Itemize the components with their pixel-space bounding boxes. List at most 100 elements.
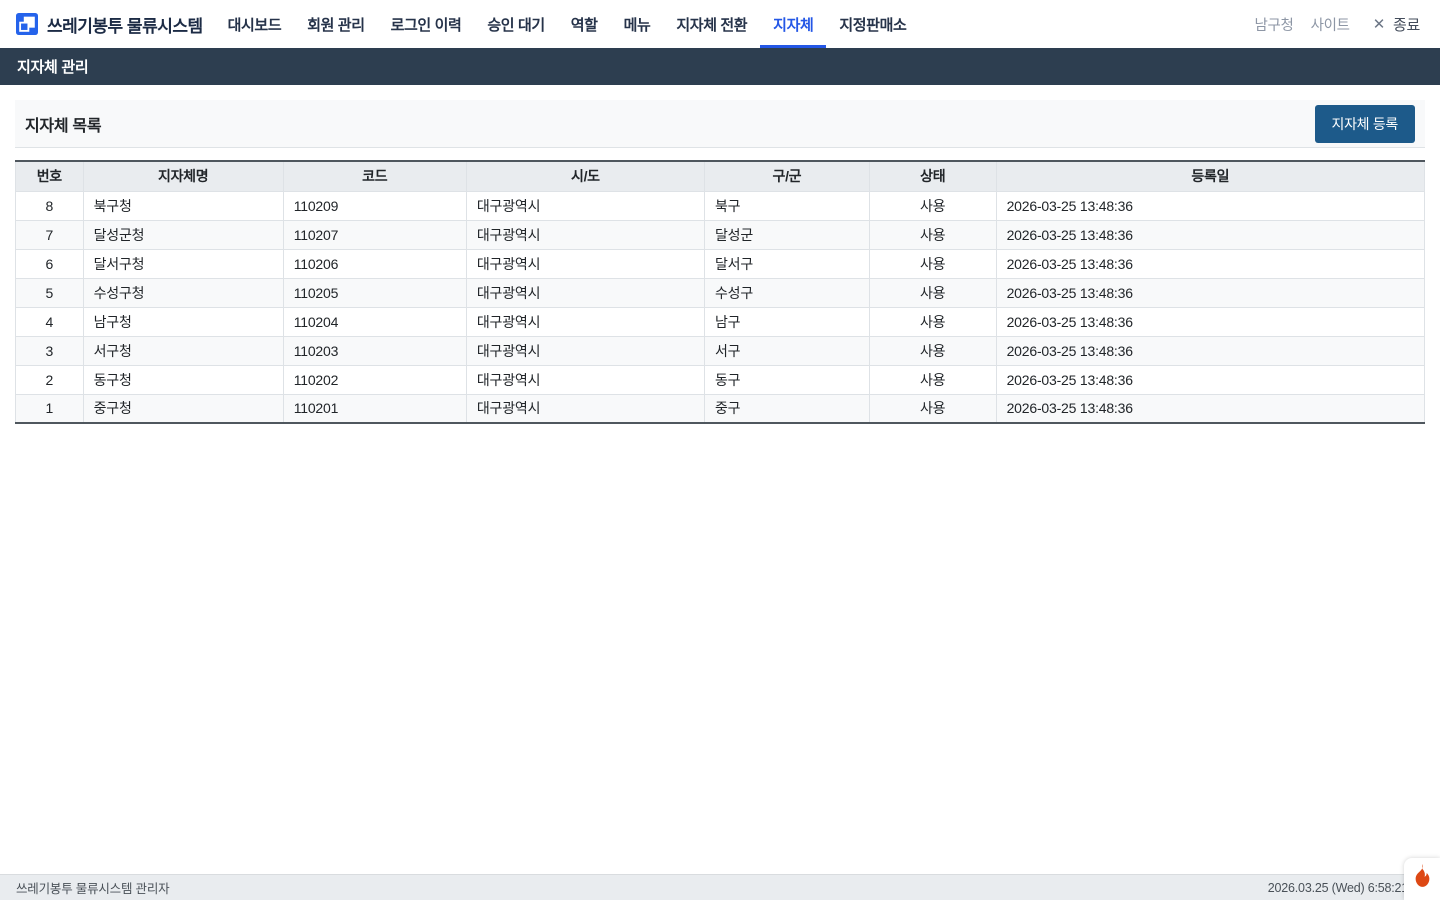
- cell-no: 5: [16, 278, 84, 307]
- cell-gugun: 중구: [704, 394, 869, 423]
- debug-toolbar-button[interactable]: [1404, 858, 1440, 900]
- cell-gugun: 서구: [704, 336, 869, 365]
- cell-sido: 대구광역시: [466, 278, 704, 307]
- close-icon: ✕: [1373, 17, 1385, 32]
- cell-name: 달성군청: [83, 220, 283, 249]
- cell-gugun: 북구: [704, 191, 869, 220]
- cell-regdate: 2026-03-25 13:48:36: [996, 365, 1424, 394]
- cell-no: 7: [16, 220, 84, 249]
- table-row[interactable]: 1 중구청 110201 대구광역시 중구 사용 2026-03-25 13:4…: [16, 394, 1425, 423]
- page-title: 지자체 관리: [17, 56, 88, 77]
- cell-name: 서구청: [83, 336, 283, 365]
- cell-sido: 대구광역시: [466, 191, 704, 220]
- nav-item-municipality-switch[interactable]: 지자체 전환: [663, 0, 760, 48]
- cell-sido: 대구광역시: [466, 249, 704, 278]
- register-municipality-button[interactable]: 지자체 등록: [1315, 105, 1416, 143]
- table-row[interactable]: 8 북구청 110209 대구광역시 북구 사용 2026-03-25 13:4…: [16, 191, 1425, 220]
- page-title-bar: 지자체 관리: [0, 48, 1440, 85]
- cell-regdate: 2026-03-25 13:48:36: [996, 394, 1424, 423]
- app-logo-icon: [16, 13, 38, 35]
- cell-code: 110204: [283, 307, 466, 336]
- cell-status: 사용: [869, 220, 996, 249]
- cell-code: 110207: [283, 220, 466, 249]
- cell-regdate: 2026-03-25 13:48:36: [996, 249, 1424, 278]
- table-row[interactable]: 4 남구청 110204 대구광역시 남구 사용 2026-03-25 13:4…: [16, 307, 1425, 336]
- main-nav: 대시보드 회원 관리 로그인 이력 승인 대기 역할 메뉴 지자체 전환 지자체…: [215, 0, 920, 48]
- table-header-row: 번호 지자체명 코드 시/도 구/군 상태 등록일: [16, 161, 1425, 191]
- col-header-regdate: 등록일: [996, 161, 1424, 191]
- cell-no: 1: [16, 394, 84, 423]
- navbar-right: 남구청 사이트 ✕ 종료: [1254, 0, 1420, 48]
- municipality-table: 번호 지자체명 코드 시/도 구/군 상태 등록일 8 북구청 110209 대…: [15, 160, 1425, 424]
- nav-item-municipality[interactable]: 지자체: [760, 0, 826, 48]
- cell-status: 사용: [869, 307, 996, 336]
- top-navbar: 쓰레기봉투 물류시스템 대시보드 회원 관리 로그인 이력 승인 대기 역할 메…: [0, 0, 1440, 48]
- cell-gugun: 수성구: [704, 278, 869, 307]
- cell-status: 사용: [869, 365, 996, 394]
- cell-status: 사용: [869, 336, 996, 365]
- cell-name: 남구청: [83, 307, 283, 336]
- footer-admin-label: 쓰레기봉투 물류시스템 관리자: [16, 878, 169, 897]
- cell-code: 110202: [283, 365, 466, 394]
- cell-regdate: 2026-03-25 13:48:36: [996, 336, 1424, 365]
- cell-sido: 대구광역시: [466, 336, 704, 365]
- cell-regdate: 2026-03-25 13:48:36: [996, 220, 1424, 249]
- exit-button[interactable]: ✕ 종료: [1373, 14, 1420, 35]
- app-title: 쓰레기봉투 물류시스템: [47, 12, 203, 37]
- footer-datetime: 2026.03.25 (Wed) 6:58:21: [1268, 881, 1408, 895]
- nav-item-menu[interactable]: 메뉴: [611, 0, 664, 48]
- cell-regdate: 2026-03-25 13:48:36: [996, 307, 1424, 336]
- cell-sido: 대구광역시: [466, 365, 704, 394]
- nav-item-approval-pending[interactable]: 승인 대기: [474, 0, 557, 48]
- cell-regdate: 2026-03-25 13:48:36: [996, 191, 1424, 220]
- nav-item-roles[interactable]: 역할: [558, 0, 611, 48]
- nav-item-login-history[interactable]: 로그인 이력: [378, 0, 475, 48]
- footer: 쓰레기봉투 물류시스템 관리자 2026.03.25 (Wed) 6:58:21: [0, 874, 1440, 900]
- table-row[interactable]: 2 동구청 110202 대구광역시 동구 사용 2026-03-25 13:4…: [16, 365, 1425, 394]
- cell-no: 8: [16, 191, 84, 220]
- cell-sido: 대구광역시: [466, 307, 704, 336]
- cell-status: 사용: [869, 278, 996, 307]
- cell-name: 동구청: [83, 365, 283, 394]
- table-row[interactable]: 6 달서구청 110206 대구광역시 달서구 사용 2026-03-25 13…: [16, 249, 1425, 278]
- nav-item-members[interactable]: 회원 관리: [294, 0, 377, 48]
- cell-gugun: 남구: [704, 307, 869, 336]
- col-header-name: 지자체명: [83, 161, 283, 191]
- cell-name: 달서구청: [83, 249, 283, 278]
- col-header-gugun: 구/군: [704, 161, 869, 191]
- col-header-code: 코드: [283, 161, 466, 191]
- cell-no: 4: [16, 307, 84, 336]
- cell-status: 사용: [869, 191, 996, 220]
- nav-item-dashboard[interactable]: 대시보드: [215, 0, 295, 48]
- cell-name: 북구청: [83, 191, 283, 220]
- panel-header: 지자체 목록 지자체 등록: [15, 100, 1425, 148]
- cell-status: 사용: [869, 394, 996, 423]
- table-row[interactable]: 3 서구청 110203 대구광역시 서구 사용 2026-03-25 13:4…: [16, 336, 1425, 365]
- table-row[interactable]: 5 수성구청 110205 대구광역시 수성구 사용 2026-03-25 13…: [16, 278, 1425, 307]
- cell-no: 6: [16, 249, 84, 278]
- cell-sido: 대구광역시: [466, 394, 704, 423]
- cell-regdate: 2026-03-25 13:48:36: [996, 278, 1424, 307]
- cell-name: 수성구청: [83, 278, 283, 307]
- cell-gugun: 달성군: [704, 220, 869, 249]
- col-header-sido: 시/도: [466, 161, 704, 191]
- nav-item-designated-sellers[interactable]: 지정판매소: [826, 0, 919, 48]
- cell-code: 110209: [283, 191, 466, 220]
- panel-title: 지자체 목록: [25, 112, 101, 136]
- site-link[interactable]: 사이트: [1311, 14, 1350, 35]
- cell-code: 110203: [283, 336, 466, 365]
- main-content: 지자체 목록 지자체 등록 번호 지자체명 코드 시/도 구/군 상태 등록일 …: [0, 85, 1440, 424]
- brand: 쓰레기봉투 물류시스템: [16, 0, 203, 48]
- table-row[interactable]: 7 달성군청 110207 대구광역시 달성군 사용 2026-03-25 13…: [16, 220, 1425, 249]
- cell-name: 중구청: [83, 394, 283, 423]
- col-header-status: 상태: [869, 161, 996, 191]
- cell-code: 110206: [283, 249, 466, 278]
- cell-code: 110201: [283, 394, 466, 423]
- cell-status: 사용: [869, 249, 996, 278]
- col-header-no: 번호: [16, 161, 84, 191]
- exit-label: 종료: [1393, 14, 1420, 35]
- flame-icon: [1412, 864, 1433, 894]
- cell-sido: 대구광역시: [466, 220, 704, 249]
- current-org-label: 남구청: [1254, 14, 1293, 35]
- cell-gugun: 달서구: [704, 249, 869, 278]
